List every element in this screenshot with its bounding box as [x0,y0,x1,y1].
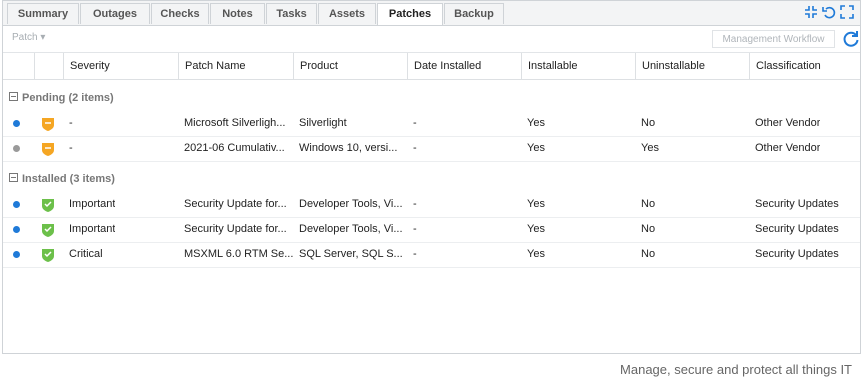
product-cell: Developer Tools, Vi... [299,198,403,210]
patch-name-cell: Microsoft Silverligh... [184,117,286,129]
tab-tasks[interactable]: Tasks [266,3,317,24]
column-patch-name[interactable]: Patch Name [178,53,293,79]
toolbar: Patch ▾ Management Workflow [3,26,860,53]
uninstallable-cell: No [641,198,656,210]
severity-cell: Important [69,198,116,210]
shield-warning-icon [41,116,55,131]
product-cell: SQL Server, SQL S... [299,248,403,260]
installable-cell: Yes [527,223,545,235]
classification-cell: Security Updates [755,223,839,235]
severity-cell: - [69,117,73,129]
classification-cell: Security Updates [755,248,839,260]
column-uninstallable[interactable]: Uninstallable [635,53,749,79]
patch-name-cell: Security Update for... [184,223,287,235]
table-row[interactable]: - 2021-06 Cumulativ... Windows 10, versi… [3,136,860,162]
shield-check-icon [41,247,55,262]
classification-cell: Security Updates [755,198,839,210]
table-header: Severity Patch Name Product Date Install… [3,53,860,80]
patch-name-cell: MSXML 6.0 RTM Se... [184,248,294,260]
footer-tagline: Manage, secure and protect all things IT [620,362,852,377]
uninstallable-cell: No [641,223,656,235]
group-pending[interactable]: Pending (2 items) [3,88,860,108]
table-row[interactable]: Important Security Update for... Develop… [3,192,860,218]
installable-cell: Yes [527,248,545,260]
tab-assets[interactable]: Assets [318,3,376,24]
tab-summary[interactable]: Summary [7,3,79,24]
installable-cell: Yes [527,117,545,129]
column-classification[interactable]: Classification [749,53,862,79]
shield-warning-icon [41,141,55,156]
group-label: Installed (3 items) [22,173,115,185]
severity-cell: Critical [69,248,103,260]
collapse-group-icon[interactable] [9,173,18,182]
classification-cell: Other Vendor [755,142,821,154]
refresh-icon[interactable] [842,30,860,48]
date-installed-cell: - [413,117,417,129]
column-installable[interactable]: Installable [521,53,635,79]
table-row[interactable]: Critical MSXML 6.0 RTM Se... SQL Server,… [3,242,860,268]
patch-name-cell: Security Update for... [184,198,287,210]
classification-cell: Other Vendor [755,117,821,129]
collapse-group-icon[interactable] [9,92,18,101]
column-date-installed[interactable]: Date Installed [407,53,521,79]
uninstallable-cell: Yes [641,142,659,154]
tab-notes[interactable]: Notes [210,3,265,24]
group-installed[interactable]: Installed (3 items) [3,169,860,189]
column-severity[interactable]: Severity [63,53,178,79]
tab-checks[interactable]: Checks [151,3,209,24]
tab-patches[interactable]: Patches [377,3,443,25]
status-dot [13,251,20,258]
uninstallable-cell: No [641,248,656,260]
patches-panel: Summary Outages Checks Notes Tasks Asset… [2,0,861,354]
undo-icon[interactable] [822,5,836,19]
shield-column-header[interactable] [34,53,63,79]
product-cell: Developer Tools, Vi... [299,223,403,235]
date-installed-cell: - [413,142,417,154]
tab-outages[interactable]: Outages [80,3,150,24]
tab-backup[interactable]: Backup [444,3,504,24]
shield-check-icon [41,222,55,237]
patch-name-cell: 2021-06 Cumulativ... [184,142,285,154]
status-dot [13,145,20,152]
status-column-header[interactable] [3,53,34,79]
installable-cell: Yes [527,198,545,210]
shield-check-icon [41,197,55,212]
date-installed-cell: - [413,248,417,260]
group-label: Pending (2 items) [22,92,114,104]
management-workflow-button[interactable]: Management Workflow [712,30,835,48]
uninstallable-cell: No [641,117,656,129]
date-installed-cell: - [413,223,417,235]
product-cell: Silverlight [299,117,347,129]
status-dot [13,226,20,233]
collapse-icon[interactable] [804,5,818,19]
table-row[interactable]: - Microsoft Silverligh... Silverlight - … [3,111,860,137]
expand-icon[interactable] [840,5,854,19]
severity-cell: Important [69,223,116,235]
product-cell: Windows 10, versi... [299,142,398,154]
installable-cell: Yes [527,142,545,154]
severity-cell: - [69,142,73,154]
status-dot [13,201,20,208]
table-row[interactable]: Important Security Update for... Develop… [3,217,860,243]
status-dot [13,120,20,127]
column-product[interactable]: Product [293,53,407,79]
patch-dropdown[interactable]: Patch ▾ [12,32,45,43]
tab-bar: Summary Outages Checks Notes Tasks Asset… [3,1,860,26]
date-installed-cell: - [413,198,417,210]
